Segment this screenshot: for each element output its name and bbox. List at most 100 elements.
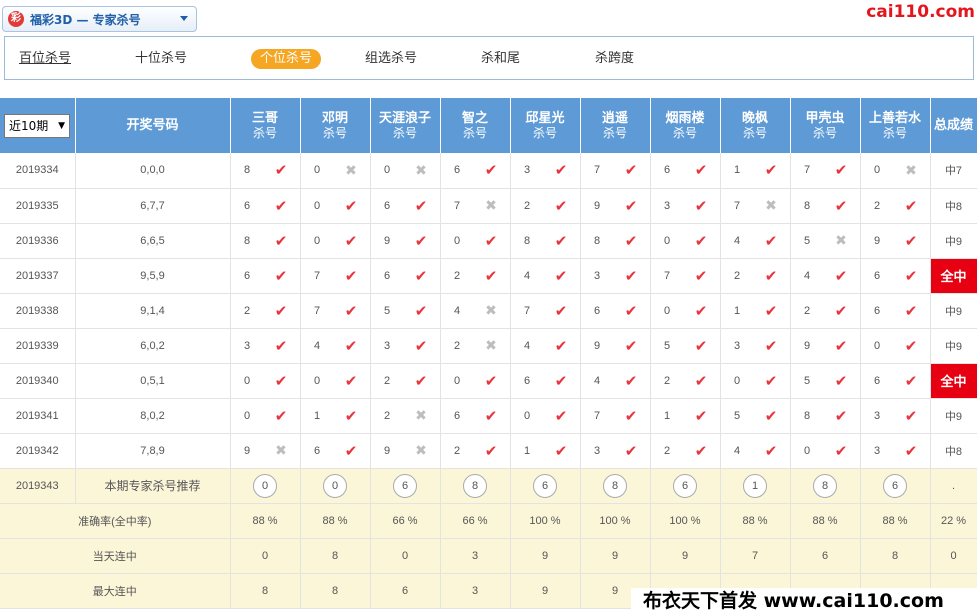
pick-cell: 7 ✔ — [510, 293, 581, 329]
pick-cell: 9 ✔ — [370, 223, 441, 259]
pick-content: 7 ✔ — [791, 161, 860, 179]
pick-content: 4 ✔ — [721, 232, 790, 250]
stat-value: 3 — [440, 573, 511, 609]
pick-cell: 3 ✔ — [370, 328, 441, 364]
check-icon: ✔ — [904, 232, 918, 250]
pick-content: 0 ✔ — [791, 442, 860, 460]
recommend-cell: 1 — [720, 468, 791, 504]
pick-content: 0 ✖ — [861, 162, 930, 179]
pick-number: 7 — [733, 199, 741, 212]
pick-content: 3 ✔ — [861, 407, 930, 425]
pick-number: 0 — [313, 199, 321, 212]
tab-hundreds[interactable]: 百位杀号 — [19, 49, 71, 69]
tab-span[interactable]: 杀跨度 — [595, 49, 634, 69]
pick-cell: 8 ✔ — [510, 223, 581, 259]
pick-number: 0 — [803, 444, 811, 457]
pick-number: 3 — [243, 339, 251, 352]
issue-number: 2019334 — [0, 153, 76, 189]
pick-content: 8 ✔ — [581, 232, 650, 250]
chevron-down-icon[interactable] — [180, 16, 188, 21]
pick-cell: 5 ✖ — [790, 223, 861, 259]
expert-header: 三哥 杀号 — [230, 98, 301, 153]
pick-number: 3 — [873, 444, 881, 457]
pick-content: 6 ✔ — [861, 372, 930, 390]
pick-cell: 6 ✔ — [370, 188, 441, 224]
pick-number: 2 — [453, 339, 461, 352]
stat-value: 8 — [860, 538, 931, 574]
pick-content: 5 ✔ — [721, 407, 790, 425]
pick-content: 1 ✔ — [301, 407, 370, 425]
stat-value: 88 % — [860, 503, 931, 539]
tab-sum-tail[interactable]: 杀和尾 — [481, 49, 520, 69]
check-icon: ✔ — [554, 197, 568, 215]
tab-tens[interactable]: 十位杀号 — [135, 49, 187, 69]
pick-content: 5 ✔ — [371, 302, 440, 320]
check-icon: ✔ — [834, 372, 848, 390]
pick-content: 0 ✔ — [861, 337, 930, 355]
expert-header: 逍遥 杀号 — [580, 98, 651, 153]
pick-number: 0 — [313, 374, 321, 387]
site-logo[interactable]: cai110.com — [866, 2, 975, 22]
check-icon: ✔ — [344, 337, 358, 355]
pick-cell: 0 ✔ — [650, 223, 721, 259]
period-select[interactable]: 近10期 ▼ — [4, 113, 70, 138]
draw-number: 0,0,0 — [75, 153, 231, 189]
pick-number: 1 — [733, 304, 741, 317]
check-icon: ✔ — [904, 407, 918, 425]
pick-number: 3 — [383, 339, 391, 352]
pick-number: 4 — [523, 339, 531, 352]
pick-cell: 8 ✔ — [230, 223, 301, 259]
pick-cell: 3 ✔ — [580, 433, 651, 469]
draw-number: 9,1,4 — [75, 293, 231, 329]
pick-number: 8 — [803, 199, 811, 212]
pick-content: 0 ✖ — [371, 162, 440, 179]
lottery-selector[interactable]: 彩 福彩3D — 专家杀号 — [2, 6, 197, 32]
pick-number: 7 — [453, 199, 461, 212]
cross-icon: ✖ — [415, 161, 427, 178]
pick-cell: 0 ✖ — [860, 153, 931, 189]
pick-number: 9 — [873, 234, 881, 247]
expert-name: 邱星光 — [525, 110, 565, 126]
pick-number: 0 — [663, 304, 671, 317]
pick-cell: 3 ✔ — [860, 398, 931, 434]
pick-number: 4 — [523, 269, 531, 282]
pick-content: 4 ✔ — [581, 372, 650, 390]
pick-number: 6 — [383, 199, 391, 212]
issue-number: 2019337 — [0, 258, 76, 294]
issue-number: 2019339 — [0, 328, 76, 364]
tab-group[interactable]: 组选杀号 — [365, 49, 417, 69]
pick-number: 7 — [593, 409, 601, 422]
position-tabs: 百位杀号 十位杀号 个位杀号 组选杀号 杀和尾 杀跨度 — [4, 36, 974, 80]
pick-number: 3 — [873, 409, 881, 422]
check-icon: ✔ — [764, 407, 778, 425]
check-icon: ✔ — [624, 232, 638, 250]
pick-content: 7 ✔ — [581, 161, 650, 179]
tab-units[interactable]: 个位杀号 — [251, 49, 322, 69]
expert-header: 晚枫 杀号 — [720, 98, 791, 153]
pick-number: 1 — [733, 164, 741, 177]
pick-content: 3 ✔ — [511, 161, 580, 179]
pick-content: 4 ✔ — [511, 267, 580, 285]
pick-content: 9 ✔ — [581, 337, 650, 355]
pick-content: 2 ✖ — [441, 337, 510, 354]
recommend-result: . — [930, 468, 977, 504]
pick-cell: 6 ✔ — [230, 188, 301, 224]
check-icon: ✔ — [694, 337, 708, 355]
pick-number: 8 — [243, 164, 251, 177]
recommend-cell: 0 — [300, 468, 371, 504]
pick-content: 2 ✔ — [231, 302, 300, 320]
pick-content: 7 ✔ — [301, 267, 370, 285]
pick-number: 8 — [243, 234, 251, 247]
pick-content: 0 ✔ — [511, 407, 580, 425]
pick-number: 0 — [453, 234, 461, 247]
pick-cell: 0 ✔ — [300, 188, 371, 224]
pick-cell: 7 ✔ — [580, 153, 651, 189]
issue-number: 2019342 — [0, 433, 76, 469]
pick-number: 0 — [873, 164, 881, 177]
pick-cell: 0 ✔ — [860, 328, 931, 364]
result-cell: 中8 — [930, 188, 977, 224]
pick-cell: 9 ✖ — [370, 433, 441, 469]
check-icon: ✔ — [554, 302, 568, 320]
pick-content: 9 ✔ — [581, 197, 650, 215]
check-icon: ✔ — [554, 267, 568, 285]
